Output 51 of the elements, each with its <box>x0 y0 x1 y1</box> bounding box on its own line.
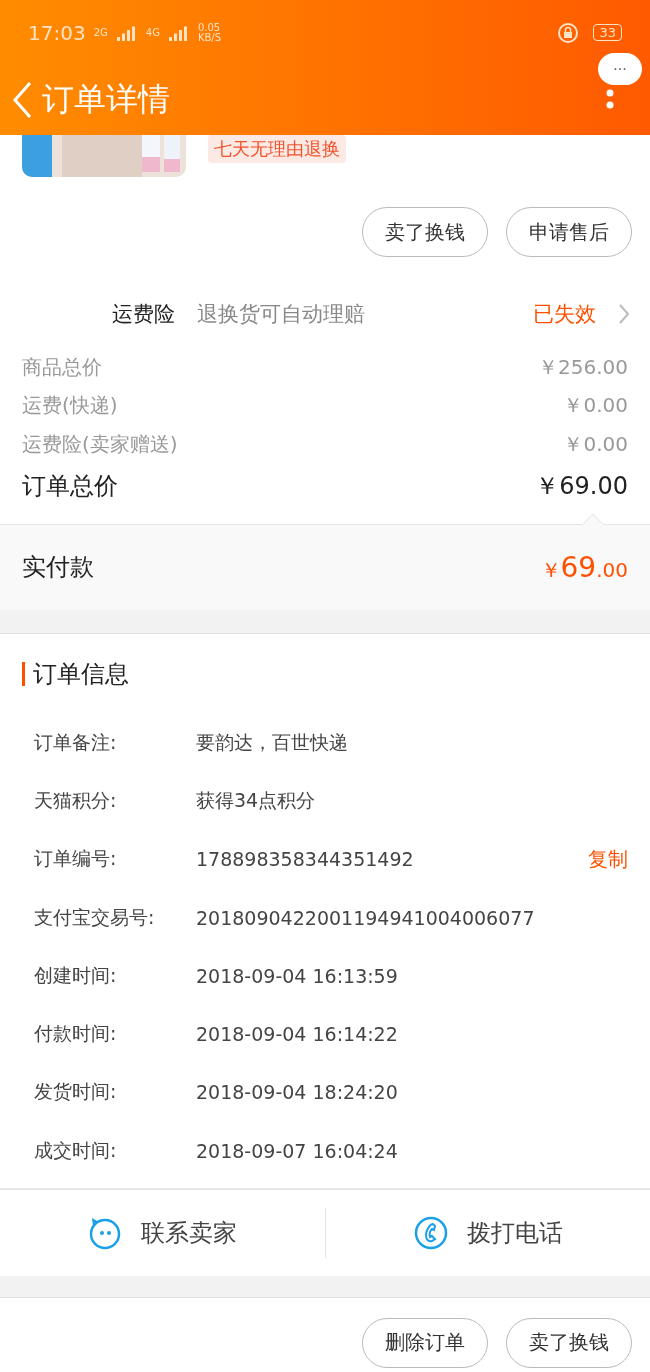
signal-icon <box>167 24 190 41</box>
action-button[interactable]: 删除订单 <box>362 1317 488 1368</box>
contact-button[interactable]: 拨打电话 <box>325 1189 650 1276</box>
speed-value: 0.05 <box>197 22 222 33</box>
network-label: 2G <box>93 27 108 38</box>
price-value: ￥256.00 <box>538 353 628 381</box>
return-policy-tag: 七天无理由退换 <box>208 135 346 163</box>
price-label: 订单总价 <box>22 470 118 502</box>
insurance-label: 运费险 <box>112 301 175 328</box>
info-label: 创建时间: <box>34 962 118 988</box>
info-label: 付款时间: <box>34 1021 118 1047</box>
info-value: 178898358344351492 <box>196 848 415 871</box>
info-value: 2018090422001194941004006077 <box>196 906 536 929</box>
info-label: 订单编号: <box>34 846 118 872</box>
price-value: ￥0.00 <box>563 392 628 420</box>
paid-amount: ￥69.00 <box>540 550 628 584</box>
action-button[interactable]: 申请售后 <box>506 207 632 257</box>
page-title: 订单详情 <box>42 79 170 120</box>
battery-level: 33 <box>593 24 622 41</box>
price-label: 运费险(卖家赠送) <box>22 430 178 458</box>
price-value: ￥69.00 <box>535 470 628 502</box>
price-label: 运费(快递) <box>22 392 118 420</box>
more-button[interactable]: ··· <box>598 53 642 85</box>
info-value: 获得34点积分 <box>196 787 317 813</box>
speed-unit: KB/S <box>197 32 222 43</box>
info-label: 成交时间: <box>34 1137 118 1163</box>
contact-button[interactable]: 联系卖家 <box>0 1189 325 1276</box>
phone-icon <box>412 1214 449 1251</box>
section-title: 订单信息 <box>33 658 129 690</box>
status-time: 17:03 <box>28 20 86 45</box>
info-value: 2018-09-07 16:04:24 <box>196 1139 399 1162</box>
price-value: ￥0.00 <box>563 430 628 458</box>
menu-icon[interactable] <box>606 89 614 109</box>
info-label: 发货时间: <box>34 1079 118 1105</box>
info-label: 天猫积分: <box>34 787 118 813</box>
price-label: 商品总价 <box>22 353 102 381</box>
info-value: 2018-09-04 16:14:22 <box>196 1023 399 1046</box>
action-button[interactable]: 卖了换钱 <box>362 207 488 257</box>
info-value: 要韵达，百世快递 <box>196 729 349 755</box>
insurance-description: 退换货可自动理赔 <box>197 301 366 328</box>
signal-icon <box>115 24 138 41</box>
chevron-right-icon[interactable] <box>618 303 630 325</box>
section-accent <box>22 661 25 686</box>
network-label: 4G <box>145 27 160 38</box>
lock-icon <box>557 21 580 44</box>
info-label: 支付宝交易号: <box>34 904 156 930</box>
info-value: 2018-09-04 16:13:59 <box>196 964 399 987</box>
info-value: 2018-09-04 18:24:20 <box>196 1081 399 1104</box>
paid-label: 实付款 <box>22 552 94 583</box>
action-button[interactable]: 卖了换钱 <box>506 1317 632 1368</box>
info-label: 订单备注: <box>34 729 118 755</box>
